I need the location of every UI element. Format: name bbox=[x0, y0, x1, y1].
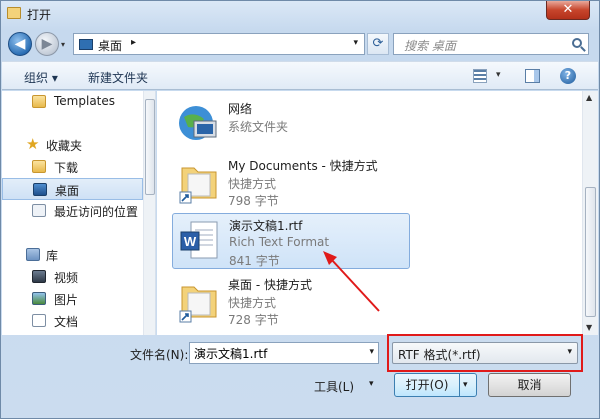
chevron-down-icon[interactable]: ▾ bbox=[369, 379, 374, 389]
chevron-down-icon[interactable]: ▾ bbox=[567, 347, 572, 357]
filename-input[interactable] bbox=[194, 344, 354, 362]
filename-field[interactable]: ▾ bbox=[189, 342, 379, 364]
chevron-down-icon[interactable]: ▾ bbox=[369, 347, 374, 357]
open-button-label: 打开(O) bbox=[405, 378, 449, 392]
filename-label: 文件名(N): bbox=[130, 348, 189, 362]
chevron-down-icon[interactable]: ▾ bbox=[463, 374, 468, 396]
cancel-button[interactable]: 取消 bbox=[488, 373, 571, 397]
file-type-filter-value: RTF 格式(*.rtf) bbox=[398, 348, 481, 362]
split-divider bbox=[459, 374, 460, 396]
open-button[interactable]: 打开(O) ▾ bbox=[394, 373, 477, 397]
file-type-filter[interactable]: RTF 格式(*.rtf) ▾ bbox=[392, 342, 578, 364]
open-dialog: 打开 ✕ ◀ ▶ ▾ 桌面 ▸ ▾ ⟳ 搜索 桌面 组织 ▾ 新建文件夹 ▾ ?… bbox=[0, 0, 600, 419]
tools-menu[interactable]: 工具(L) bbox=[314, 378, 354, 395]
